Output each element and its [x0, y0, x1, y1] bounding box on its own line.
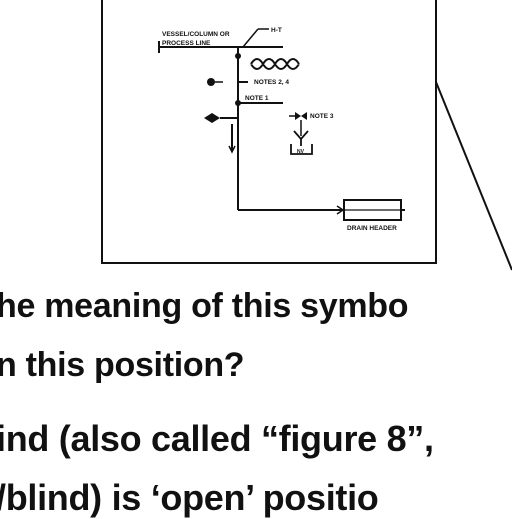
note-1-label: NOTE 1	[245, 95, 269, 102]
heat-trace-coil	[250, 58, 300, 70]
drain-header-label: DRAIN HEADER	[347, 225, 397, 232]
question-text-line-2: n this position?	[0, 346, 245, 384]
vessel-label: VESSEL/COLUMN OR	[162, 31, 230, 38]
piping-diagram: VESSEL/COLUMN OR PROCESS LINE H-T NOTES …	[158, 27, 405, 232]
branch-dot	[235, 100, 241, 106]
diagram-frame: VESSEL/COLUMN OR PROCESS LINE H-T NOTES …	[101, 0, 437, 264]
valve-symbol-icon	[204, 113, 220, 123]
notes-2-4-label: NOTES 2, 4	[254, 79, 289, 86]
question-text-line-1: he meaning of this symbo	[0, 287, 409, 325]
line-connection-dot	[235, 53, 241, 59]
note-3-valve-icon	[295, 112, 307, 120]
answer-text-line-1: ind (also called “figure 8”,	[0, 418, 434, 459]
ht-leader	[242, 28, 259, 48]
vent-label: NV	[297, 149, 305, 155]
arrow-dot	[207, 78, 215, 86]
answer-text-line-2: /blind) is ‘open’ positio	[0, 477, 379, 518]
process-line-label: PROCESS LINE	[162, 40, 211, 47]
note-3-label: NOTE 3	[310, 113, 334, 120]
ht-label: H-T	[271, 27, 282, 34]
